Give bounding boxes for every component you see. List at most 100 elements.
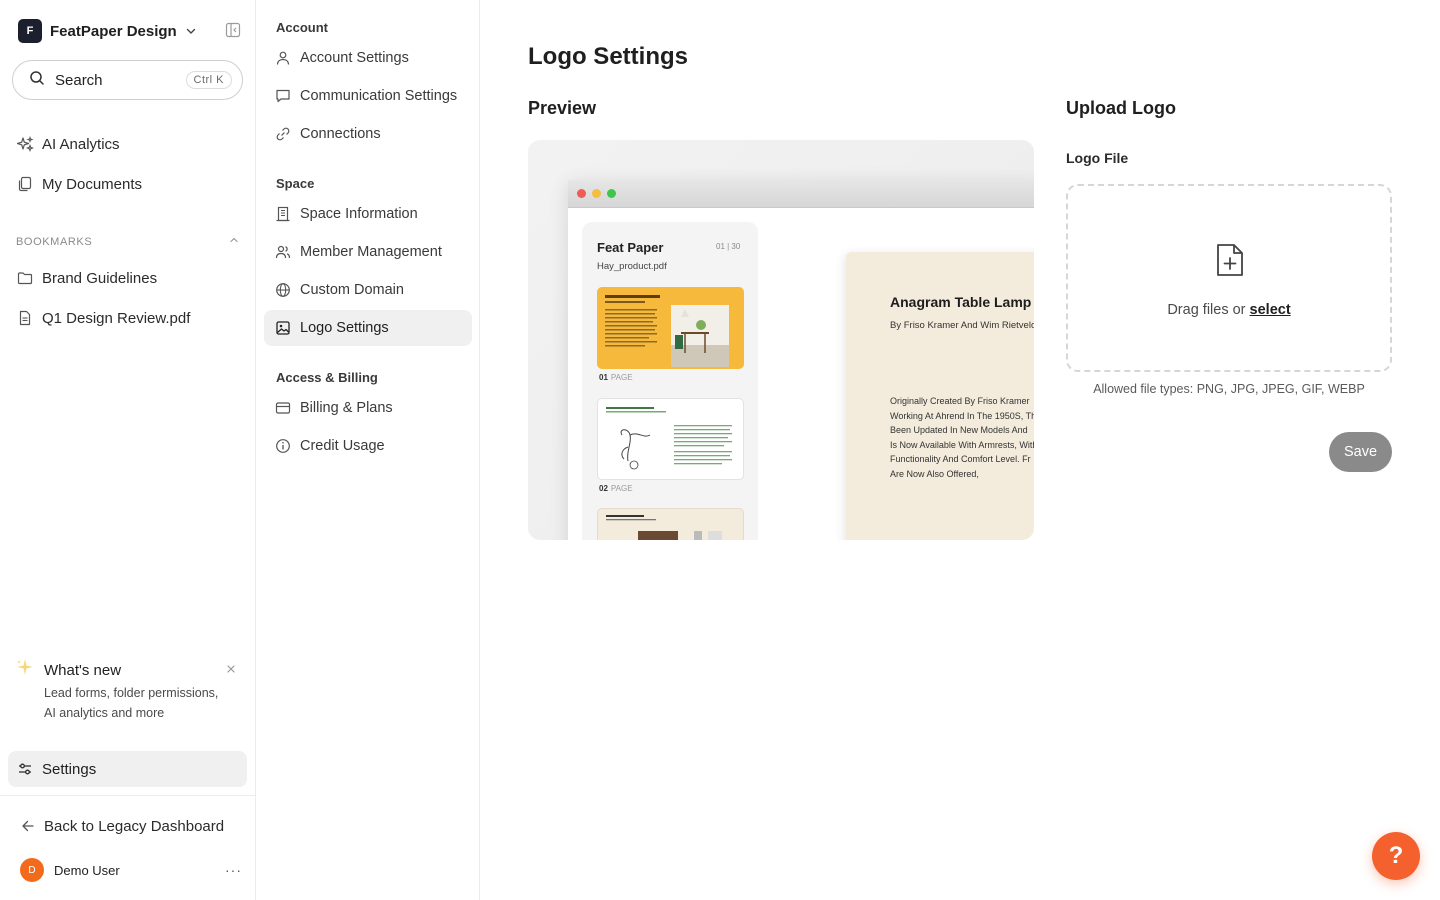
page-thumbnail xyxy=(597,287,744,369)
sidebar: F FeatPaper Design Search Ctrl K AI Anal… xyxy=(0,0,256,900)
preview-document: Anagram Table Lamp By Friso Kramer And W… xyxy=(846,252,1034,540)
user-menu[interactable]: D Demo User ··· xyxy=(20,857,242,883)
workspace-name: FeatPaper Design xyxy=(50,22,177,40)
thumbnail-page-label: 01 PAGE xyxy=(599,373,633,382)
settings-item-label: Credit Usage xyxy=(300,438,385,454)
settings-item-connections[interactable]: Connections xyxy=(264,116,472,152)
settings-item-label: Logo Settings xyxy=(300,320,389,336)
settings-item-credit-usage[interactable]: Credit Usage xyxy=(264,428,472,464)
sliders-icon xyxy=(16,760,34,778)
divider xyxy=(0,795,255,796)
settings-item-communication[interactable]: Communication Settings xyxy=(264,78,472,114)
settings-item-custom-domain[interactable]: Custom Domain xyxy=(264,272,472,308)
bookmark-item[interactable]: Brand Guidelines xyxy=(16,266,157,290)
image-icon xyxy=(274,319,292,337)
select-file-link[interactable]: select xyxy=(1250,302,1291,318)
search-icon xyxy=(29,70,45,91)
search-label: Search xyxy=(55,71,103,89)
preview-brand-logo: Feat Paper xyxy=(597,240,664,255)
thumbnail-page-number: 01 xyxy=(599,373,608,382)
preview-doc-title: Anagram Table Lamp xyxy=(890,294,1032,310)
settings-item-member-management[interactable]: Member Management xyxy=(264,234,472,270)
search-button[interactable]: Search Ctrl K xyxy=(12,60,243,100)
bookmark-item[interactable]: Q1 Design Review.pdf xyxy=(16,306,190,330)
sparkles-icon xyxy=(16,135,34,153)
collapse-sidebar-icon[interactable] xyxy=(224,22,242,38)
upload-logo-title: Upload Logo xyxy=(1066,98,1176,118)
bookmark-label: Q1 Design Review.pdf xyxy=(42,309,191,327)
doc-line: Is Now Available With Armrests, With xyxy=(890,439,1034,450)
search-shortcut: Ctrl K xyxy=(185,71,232,89)
chevron-down-icon xyxy=(185,25,197,37)
thumbnail-page-word: PAGE xyxy=(610,373,633,382)
users-icon xyxy=(274,243,292,261)
more-icon[interactable]: ··· xyxy=(225,862,242,878)
whats-new-title: What's new xyxy=(44,662,122,679)
thumbnail-page-number: 02 xyxy=(599,484,608,493)
settings-item-account-settings[interactable]: Account Settings xyxy=(264,40,472,76)
building-icon xyxy=(274,205,292,223)
section-title-access-billing: Access & Billing xyxy=(276,370,378,385)
message-icon xyxy=(274,87,292,105)
preview-doc-body: Originally Created By Friso Kramer Worki… xyxy=(890,394,1034,481)
preview-file-name: Hay_product.pdf xyxy=(597,261,667,272)
thumbnail-art-1 xyxy=(605,295,729,367)
logo-file-label: Logo File xyxy=(1066,150,1129,166)
nav-my-documents[interactable]: My Documents xyxy=(16,172,142,196)
allowed-file-types: Allowed file types: PNG, JPG, JPEG, GIF,… xyxy=(1093,382,1365,396)
nav-label: AI Analytics xyxy=(42,135,120,153)
page-thumbnail xyxy=(597,508,744,540)
settings-item-billing[interactable]: Billing & Plans xyxy=(264,390,472,426)
logo-dropzone[interactable]: Drag files or select xyxy=(1066,184,1392,372)
preview-window-bar xyxy=(568,180,1034,208)
settings-label: Settings xyxy=(42,760,97,778)
close-icon[interactable] xyxy=(224,662,238,676)
settings-item-label: Billing & Plans xyxy=(300,400,393,416)
preview-doc-subtitle: By Friso Kramer And Wim Rietveld xyxy=(890,320,1034,331)
save-button[interactable]: Save xyxy=(1329,432,1392,472)
doc-line: Working At Ahrend In The 1950S, The xyxy=(890,410,1034,421)
thumbnail-art-2 xyxy=(606,407,732,470)
workspace-switcher[interactable]: F FeatPaper Design xyxy=(18,18,197,44)
settings-nav: Account Account Settings Communication S… xyxy=(256,0,480,900)
help-button[interactable]: ? xyxy=(1372,832,1420,880)
settings-item-logo-settings[interactable]: Logo Settings xyxy=(264,310,472,346)
dropzone-text: Drag files or select xyxy=(1068,302,1390,318)
file-text-icon xyxy=(16,309,34,327)
back-to-legacy-link[interactable]: Back to Legacy Dashboard xyxy=(20,814,224,838)
file-plus-icon xyxy=(1214,242,1246,278)
bookmarks-label: BOOKMARKS xyxy=(16,236,93,248)
window-maximize-dot xyxy=(607,189,616,198)
settings-item-label: Connections xyxy=(300,126,381,142)
thumbnail-page-word: PAGE xyxy=(610,484,633,493)
thumbnail-art-3 xyxy=(606,515,722,540)
page-thumbnail xyxy=(597,398,744,480)
sparkle-icon xyxy=(16,658,34,681)
preview-browser-window: Feat Paper 01 | 30 Hay_product.pdf 01 PA… xyxy=(568,180,1034,540)
user-name: Demo User xyxy=(54,862,120,878)
credit-card-icon xyxy=(274,399,292,417)
bookmarks-header[interactable]: BOOKMARKS xyxy=(16,234,240,250)
nav-label: My Documents xyxy=(42,175,143,193)
dropzone-prompt: Drag files or xyxy=(1167,302,1246,318)
globe-icon xyxy=(274,281,292,299)
nav-ai-analytics[interactable]: AI Analytics xyxy=(16,132,120,156)
arrow-left-icon xyxy=(20,818,36,834)
settings-item-space-information[interactable]: Space Information xyxy=(264,196,472,232)
settings-item-label: Account Settings xyxy=(300,50,409,66)
settings-item-label: Custom Domain xyxy=(300,282,404,298)
window-minimize-dot xyxy=(592,189,601,198)
settings-item-label: Space Information xyxy=(300,206,418,222)
thumbnail-page-label: 02 PAGE xyxy=(599,484,633,493)
nav-settings[interactable]: Settings xyxy=(8,751,247,787)
main-content: Logo Settings Preview Upload Logo Feat P… xyxy=(481,0,1440,900)
chevron-up-icon xyxy=(228,233,240,251)
link-icon xyxy=(274,125,292,143)
workspace-logo: F xyxy=(18,19,42,43)
section-title-account: Account xyxy=(276,20,328,35)
bookmark-label: Brand Guidelines xyxy=(42,269,158,287)
whats-new-description: Lead forms, folder permissions, AI analy… xyxy=(44,686,219,720)
window-close-dot xyxy=(577,189,586,198)
settings-item-label: Member Management xyxy=(300,244,442,260)
section-title-space: Space xyxy=(276,176,315,191)
